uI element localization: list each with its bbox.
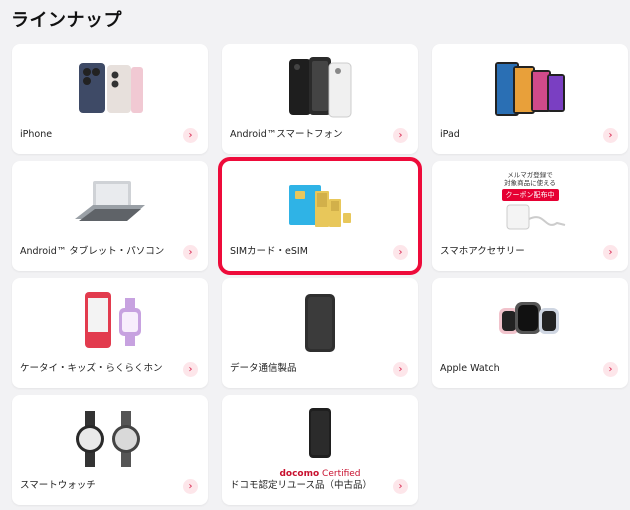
card-data-communication[interactable]: データ通信製品 › xyxy=(222,278,418,388)
chevron-right-icon[interactable]: › xyxy=(183,245,198,260)
smartwatch-image xyxy=(12,403,208,475)
card-docomo-certified-reuse[interactable]: docomo Certified ドコモ認定リユース品（中古品） › xyxy=(222,395,418,505)
card-smartwatch[interactable]: スマートウォッチ › xyxy=(12,395,208,505)
card-label: データ通信製品 xyxy=(230,363,297,374)
card-android-smartphone[interactable]: Android™スマートフォン › xyxy=(222,44,418,154)
chevron-right-icon[interactable]: › xyxy=(603,128,618,143)
ipad-image xyxy=(432,52,628,124)
used-phone-image xyxy=(222,397,418,469)
coupon-badge: クーポン配布中 xyxy=(501,189,559,201)
tablet-pc-image xyxy=(12,169,208,241)
accessory-image: メルマガ登録で 対象商品に使える クーポン配布中 xyxy=(432,167,628,239)
card-ipad[interactable]: iPad › xyxy=(432,44,628,154)
card-label: iPad xyxy=(440,129,460,140)
card-label: ドコモ認定リユース品（中古品） xyxy=(230,480,373,491)
card-label: Android™ タブレット・パソコン xyxy=(20,246,165,257)
card-keitai-kids-raku[interactable]: ケータイ・キッズ・らくらくホン › xyxy=(12,278,208,388)
card-label: Apple Watch xyxy=(440,363,500,374)
chevron-right-icon[interactable]: › xyxy=(183,362,198,377)
card-label: ケータイ・キッズ・らくらくホン xyxy=(20,363,163,374)
card-android-tablet-pc[interactable]: Android™ タブレット・パソコン › xyxy=(12,161,208,271)
chevron-right-icon[interactable]: › xyxy=(393,245,408,260)
lineup-grid: iPhone › Android™スマートフォン › iPad › Androi… xyxy=(12,44,628,505)
sim-card-image xyxy=(222,169,418,241)
card-label: スマートウォッチ xyxy=(20,480,96,491)
card-label: SIMカード・eSIM xyxy=(230,246,308,257)
card-label: スマホアクセサリー xyxy=(440,246,525,257)
card-label: iPhone xyxy=(20,129,53,140)
card-iphone[interactable]: iPhone › xyxy=(12,44,208,154)
android-phone-image xyxy=(222,52,418,124)
card-sim-esim[interactable]: SIMカード・eSIM › xyxy=(218,157,422,275)
chevron-right-icon[interactable]: › xyxy=(183,479,198,494)
router-image xyxy=(222,286,418,358)
page-title: ラインナップ xyxy=(11,10,122,31)
promo-text: メルマガ登録で xyxy=(507,171,553,179)
card-apple-watch[interactable]: Apple Watch › xyxy=(432,278,628,388)
chevron-right-icon[interactable]: › xyxy=(393,479,408,494)
chevron-right-icon[interactable]: › xyxy=(183,128,198,143)
card-label: Android™スマートフォン xyxy=(230,129,343,140)
chevron-right-icon[interactable]: › xyxy=(603,245,618,260)
chevron-right-icon[interactable]: › xyxy=(393,128,408,143)
card-smartphone-accessories[interactable]: メルマガ登録で 対象商品に使える クーポン配布中 スマホアクセサリー › xyxy=(432,161,628,271)
apple-watch-image xyxy=(432,286,628,358)
chevron-right-icon[interactable]: › xyxy=(603,362,618,377)
iphone-image xyxy=(12,52,208,124)
promo-text: 対象商品に使える xyxy=(504,179,556,187)
kids-phone-image xyxy=(12,286,208,358)
chevron-right-icon[interactable]: › xyxy=(393,362,408,377)
